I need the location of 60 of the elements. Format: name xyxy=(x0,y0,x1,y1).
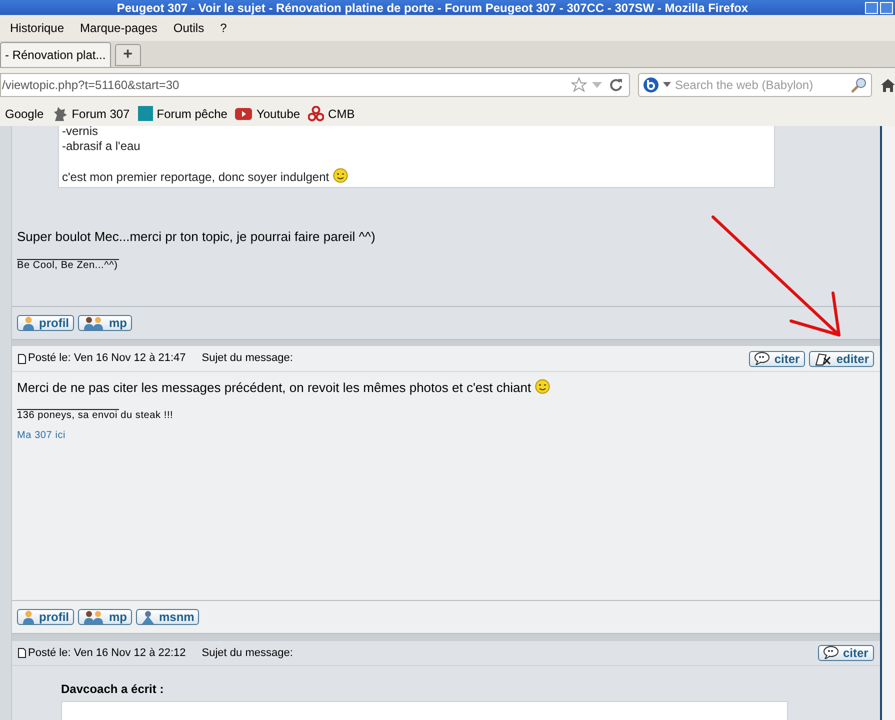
reload-icon[interactable] xyxy=(609,78,623,92)
signature-link[interactable]: Ma 307 ici xyxy=(17,430,66,442)
forum-button[interactable]: msnm xyxy=(136,608,200,625)
play-icon xyxy=(235,108,252,120)
dropdown-arrow-icon[interactable] xyxy=(663,82,671,88)
maximize-button[interactable] xyxy=(880,2,893,14)
address-field[interactable]: /viewtopic.php?t=51160&start=30 xyxy=(0,72,630,96)
menu-item[interactable]: Marque-pages xyxy=(80,19,158,37)
post-message: Super boulot Mec...merci pr ton topic, je pourrai faire pareil ^^) xyxy=(17,228,376,246)
trefoil-icon xyxy=(308,106,324,122)
forum-button[interactable]: profil xyxy=(17,314,74,331)
quote-line: c'est mon premier reportage, donc soyer indulgent xyxy=(62,168,771,185)
person-icon xyxy=(22,610,35,624)
quote-line: -abrasif a l'eau xyxy=(62,139,142,154)
forum-button[interactable]: citer xyxy=(818,644,874,661)
quote-line: -vernis xyxy=(62,126,100,139)
paper-scissors-icon xyxy=(814,352,832,366)
star-icon[interactable] xyxy=(571,76,587,92)
browser-tab[interactable]: - Rénovation plat... xyxy=(0,42,111,67)
smiley-icon xyxy=(535,378,550,394)
signature-text: 136 poneys, sa envoi du steak !!! xyxy=(17,410,174,422)
home-icon[interactable] xyxy=(881,78,895,92)
bookmark-item[interactable]: Forum 307 xyxy=(52,104,130,122)
post-message: Merci de ne pas citer les messages précédent, on revoit les mêmes photos et c'est chiant xyxy=(17,378,875,398)
forum-button[interactable]: mp xyxy=(78,608,132,625)
bookmark-item[interactable]: Youtube xyxy=(235,104,300,122)
signature-text: Be Cool, Be Zen...^^) xyxy=(17,260,119,272)
minimize-button[interactable] xyxy=(865,2,878,14)
post-subject-label: Sujet du message: xyxy=(202,646,293,661)
bookmark-item[interactable]: Forum pêche xyxy=(138,104,228,122)
search-icon[interactable] xyxy=(851,76,867,92)
quote-author: Davcoach a écrit : xyxy=(61,681,165,698)
post-subject-label: Sujet du message: xyxy=(202,351,293,366)
document-icon xyxy=(18,354,26,364)
lion-icon xyxy=(52,106,68,122)
menu-item[interactable]: Outils xyxy=(173,19,204,37)
post-date: Posté le: Ven 16 Nov 12 à 22:12 xyxy=(28,646,186,661)
search-input[interactable]: Search the web (Babylon) xyxy=(675,76,851,94)
forum-button[interactable]: editer xyxy=(809,350,874,367)
gp-logo-icon xyxy=(138,106,153,121)
bookmark-item[interactable]: Google xyxy=(5,104,44,122)
person-icon xyxy=(141,610,155,624)
person-icon xyxy=(22,316,35,330)
two-people-icon xyxy=(83,610,105,624)
window-title: Peugeot 307 - Voir le sujet - Rénovation platine de porte - Forum Peugeot 307 - 307CC - 307SW - Mozilla Firefox xyxy=(116,2,750,14)
forum-button[interactable]: mp xyxy=(78,314,132,331)
two-people-icon xyxy=(83,316,105,330)
new-tab-button[interactable]: + xyxy=(114,44,141,66)
forum-button[interactable]: citer xyxy=(749,350,806,367)
speech-bubble-icon xyxy=(754,352,770,366)
search-field[interactable]: Search the web (Babylon) xyxy=(638,72,872,96)
forum-button[interactable]: profil xyxy=(17,608,74,625)
bookmark-item[interactable]: CMB xyxy=(308,104,355,122)
post-date: Posté le: Ven 16 Nov 12 à 21:47 xyxy=(28,351,186,366)
document-icon xyxy=(18,648,26,658)
menu-item[interactable]: Historique xyxy=(10,19,64,37)
smiley-icon xyxy=(333,168,348,183)
menu-item[interactable]: ? xyxy=(220,19,227,37)
speech-bubble-icon xyxy=(823,646,839,660)
b-logo-icon xyxy=(643,76,659,92)
